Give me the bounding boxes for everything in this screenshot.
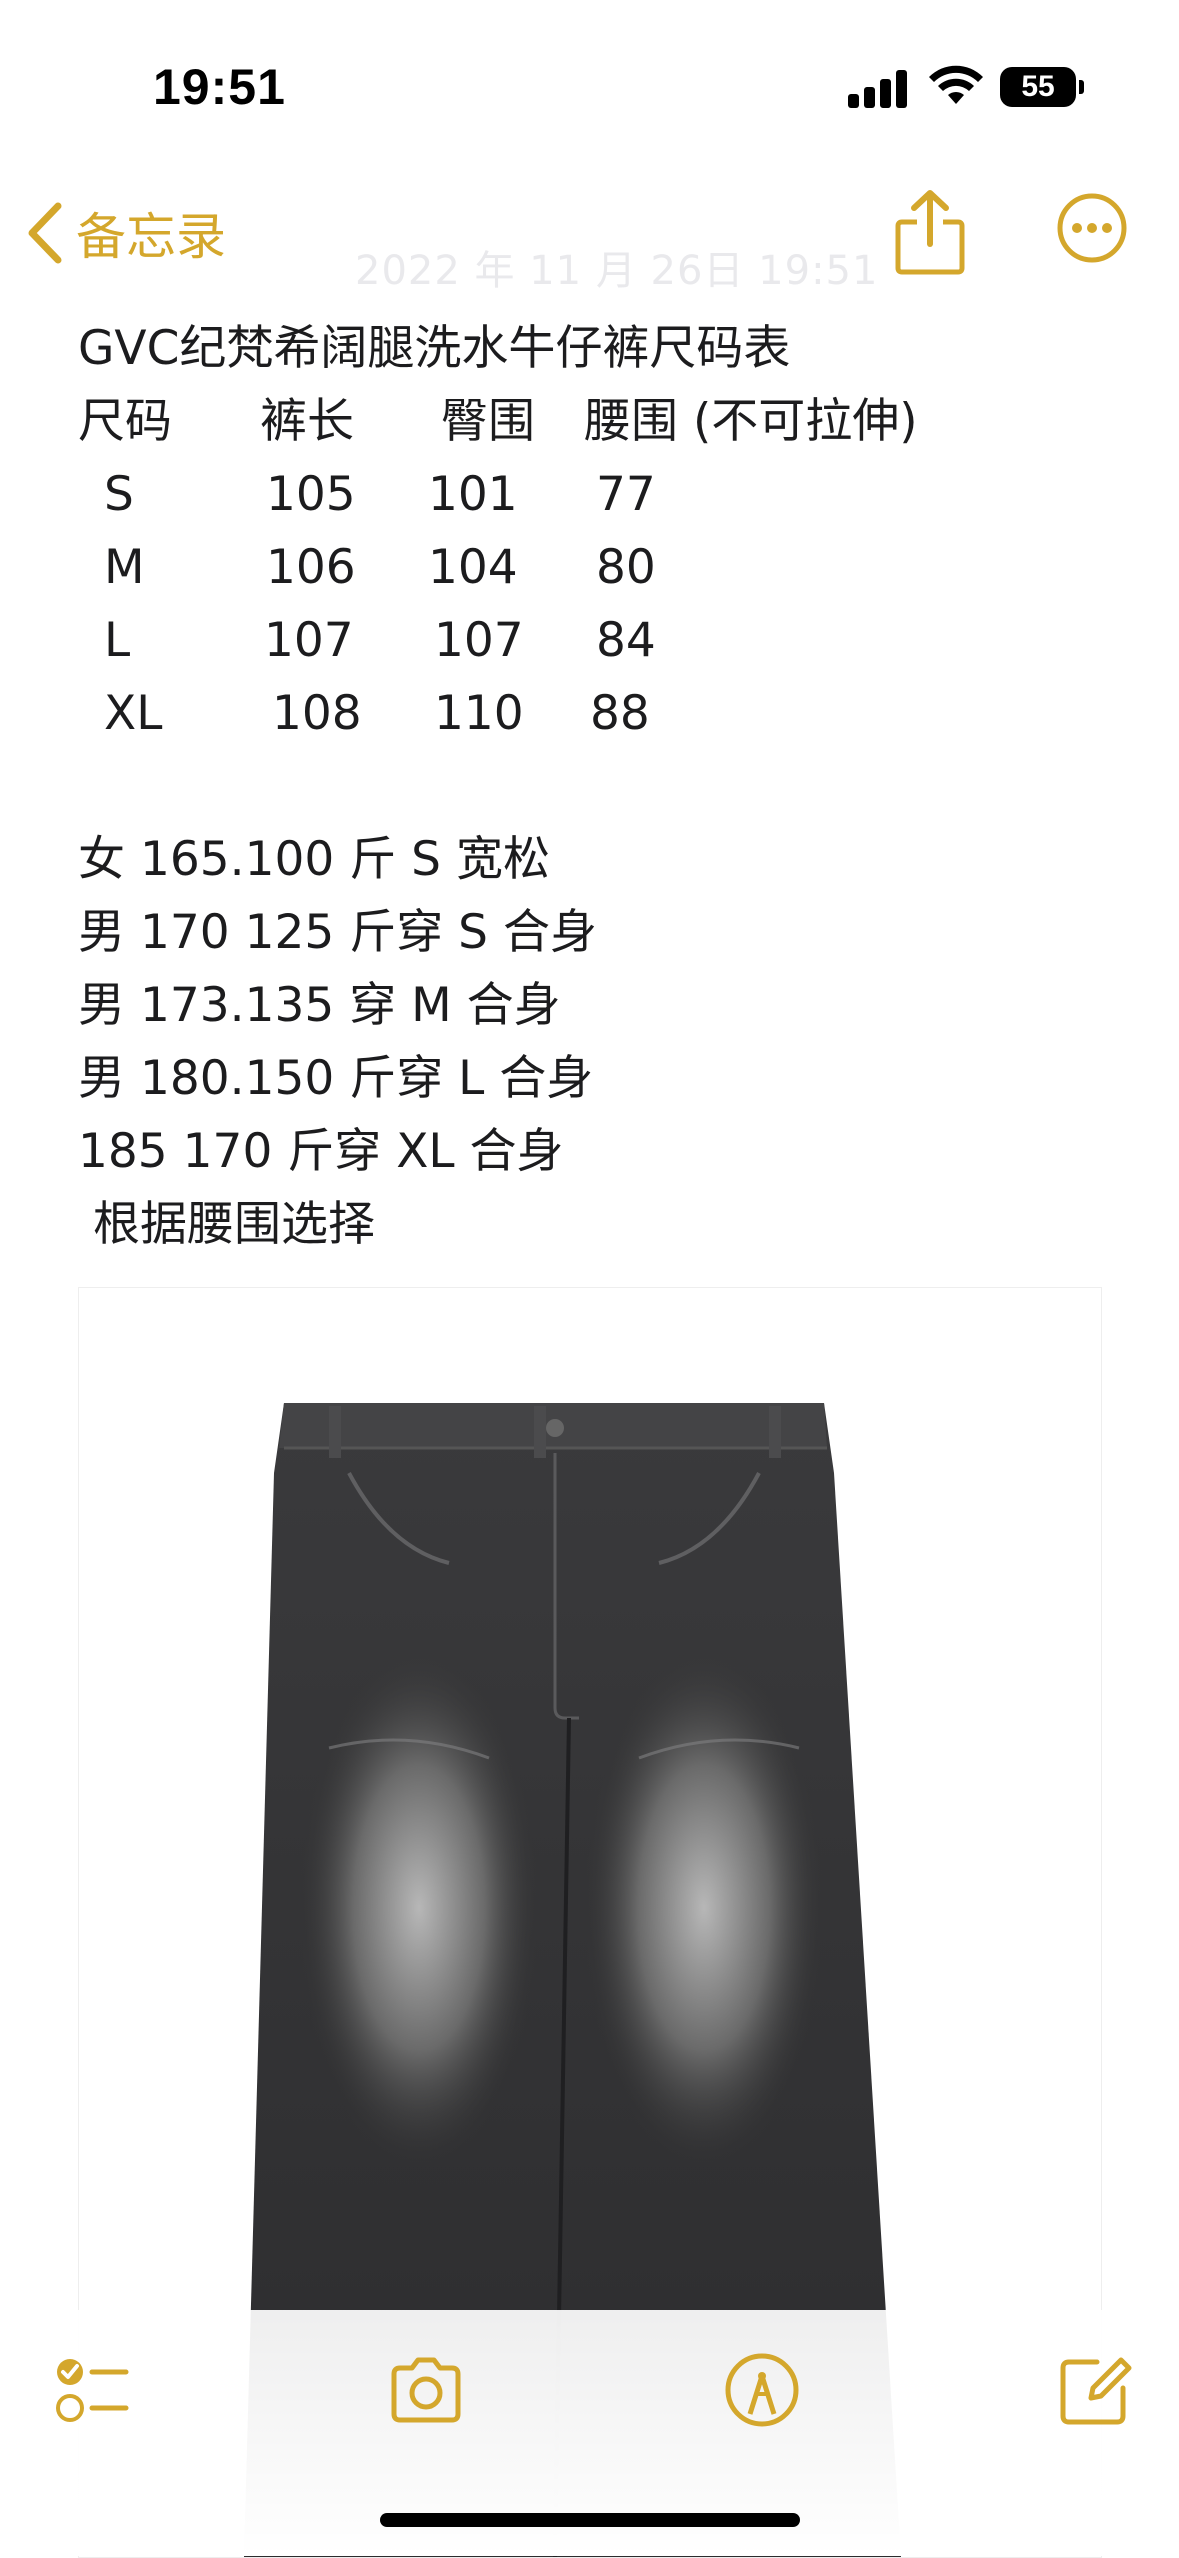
back-button[interactable]: 备忘录	[24, 198, 226, 268]
waist-cell: 84	[596, 613, 656, 668]
header-size: 尺码	[78, 394, 172, 449]
battery-nub	[1079, 80, 1084, 94]
waist-cell: 80	[596, 540, 656, 595]
note-body[interactable]: GVC纪梵希阔腿洗水牛仔裤尺码表 尺码 裤长 臀围 腰围 (不可拉伸) S 10…	[78, 312, 1108, 1261]
share-icon[interactable]	[890, 188, 970, 278]
waist-cell: 77	[596, 467, 656, 522]
size-cell: XL	[104, 686, 163, 741]
recommendation-line: 185 170 斤穿 XL 合身	[78, 1124, 564, 1179]
size-cell: M	[104, 540, 145, 595]
checklist-icon[interactable]	[52, 2350, 132, 2430]
hip-cell: 104	[428, 540, 518, 595]
note-date: 2022 年 11 月 26日 19:51	[355, 248, 879, 294]
signal-icon	[848, 68, 908, 108]
chevron-left-icon	[28, 202, 62, 264]
table-row: XL 108 110 88	[78, 677, 1108, 750]
ellipsis-circle-icon[interactable]	[1056, 192, 1128, 264]
recommendation-line: 根据腰围选择	[78, 1197, 375, 1252]
hip-cell: 101	[428, 467, 518, 522]
camera-icon[interactable]	[386, 2350, 466, 2430]
hip-cell: 110	[434, 686, 524, 741]
size-table-header: 尺码 裤长 臀围 腰围 (不可拉伸)	[78, 385, 1108, 458]
recommendation-line: 男 173.135 穿 M 合身	[78, 978, 561, 1033]
back-label: 备忘录	[76, 208, 226, 266]
recommendation-line: 男 170 125 斤穿 S 合身	[78, 905, 597, 960]
table-row: L 107 107 84	[78, 604, 1108, 677]
compose-icon[interactable]	[1055, 2350, 1135, 2430]
size-cell: L	[104, 613, 131, 668]
battery-indicator: 55	[1000, 67, 1076, 107]
header-waist: 腰围 (不可拉伸)	[584, 394, 918, 449]
header-length: 裤长	[260, 394, 354, 449]
note-title: GVC纪梵希阔腿洗水牛仔裤尺码表	[78, 321, 791, 376]
wifi-icon	[929, 65, 983, 104]
length-cell: 107	[264, 613, 354, 668]
header-hip: 臀围	[441, 394, 535, 449]
home-indicator[interactable]	[380, 2513, 800, 2527]
markup-icon[interactable]	[722, 2350, 802, 2430]
length-cell: 106	[266, 540, 356, 595]
status-time: 19:51	[153, 59, 286, 115]
recommendation-line: 女 165.100 斤 S 宽松	[78, 832, 550, 887]
table-row: M 106 104 80	[78, 531, 1108, 604]
recommendation-line: 男 180.150 斤穿 L 合身	[78, 1051, 594, 1106]
status-bar: 19:51 55	[0, 0, 1179, 170]
length-cell: 108	[272, 686, 362, 741]
table-row: S 105 101 77	[78, 458, 1108, 531]
hip-cell: 107	[434, 613, 524, 668]
size-cell: S	[104, 467, 134, 522]
length-cell: 105	[266, 467, 356, 522]
waist-cell: 88	[590, 686, 650, 741]
